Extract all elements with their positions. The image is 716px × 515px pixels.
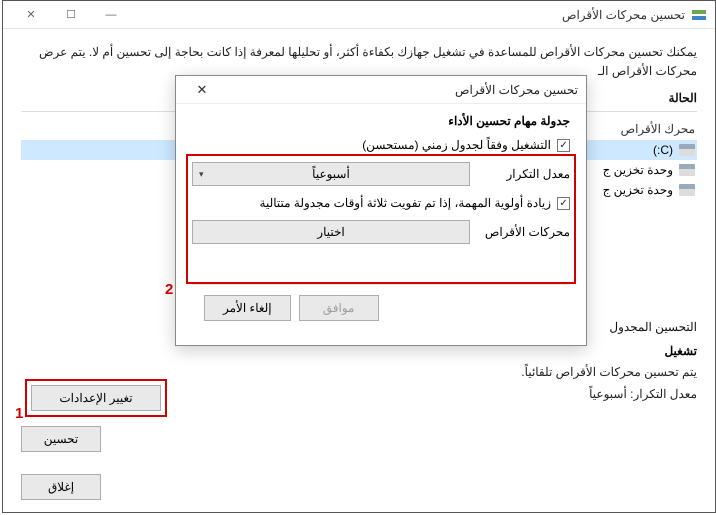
frequency-label: معدل التكرار	[470, 167, 570, 181]
drive-name: وحدة تخزين ج	[603, 163, 673, 177]
cancel-button[interactable]: إلغاء الأمر	[204, 295, 291, 321]
drive-name: (C:)	[653, 143, 673, 157]
dialog-title: تحسين محركات الأقراص	[220, 83, 578, 97]
window-title: تحسين محركات الأقراص	[562, 8, 685, 22]
checkbox-checked-icon: ✓	[557, 197, 570, 210]
titlebar: تحسين محركات الأقراص — ☐ ✕	[3, 1, 715, 29]
drive-icon	[679, 144, 695, 156]
close-button[interactable]: ✕	[11, 2, 51, 28]
drive-name: وحدة تخزين ج	[603, 183, 673, 197]
maximize-button[interactable]: ☐	[51, 2, 91, 28]
drives-choose-label: محركات الأقراص	[470, 225, 570, 239]
close-main-button[interactable]: إغلاق	[21, 474, 101, 500]
choose-drives-button[interactable]: اختيار	[192, 220, 470, 244]
dialog-actions: إلغاء الأمر موافق	[192, 284, 570, 331]
dialog-titlebar: تحسين محركات الأقراص ✕	[176, 76, 586, 104]
frequency-dropdown[interactable]: أسبوعياً ▾	[192, 162, 470, 186]
run-schedule-checkbox-row[interactable]: ✓ التشغيل وفقاً لجدول زمني (مستحسن)	[192, 138, 570, 152]
optimize-button[interactable]: تحسين	[21, 426, 101, 452]
run-schedule-label: التشغيل وفقاً لجدول زمني (مستحسن)	[362, 138, 551, 152]
dialog-section-title: جدولة مهام تحسين الأداء	[192, 114, 570, 128]
app-icon	[691, 7, 707, 23]
main-window: تحسين محركات الأقراص — ☐ ✕ يمكنك تحسين م…	[2, 0, 716, 513]
schedule-dialog: تحسين محركات الأقراص ✕ جدولة مهام تحسين …	[175, 75, 587, 346]
dialog-close-button[interactable]: ✕	[184, 78, 220, 102]
priority-checkbox-row[interactable]: ✓ زيادة أولوية المهمة، إذا تم تفويت ثلاث…	[192, 196, 570, 210]
checkbox-checked-icon: ✓	[557, 139, 570, 152]
frequency-value: أسبوعياً	[312, 167, 350, 181]
annotation-2: 2	[165, 281, 173, 298]
drives-choose-row: محركات الأقراص اختيار	[192, 220, 570, 244]
drive-icon	[679, 164, 695, 176]
minimize-button[interactable]: —	[91, 2, 131, 28]
drive-icon	[679, 184, 695, 196]
annotation-box-1: تغيير الإعدادات	[25, 379, 167, 417]
chevron-down-icon: ▾	[199, 169, 204, 180]
ok-button[interactable]: موافق	[299, 295, 379, 321]
schedule-status-label: تشغيل	[21, 344, 697, 358]
change-settings-button[interactable]: تغيير الإعدادات	[31, 385, 161, 411]
annotation-1: 1	[15, 405, 23, 422]
frequency-row: معدل التكرار أسبوعياً ▾	[192, 162, 570, 186]
priority-label: زيادة أولوية المهمة، إذا تم تفويت ثلاثة …	[260, 196, 551, 210]
